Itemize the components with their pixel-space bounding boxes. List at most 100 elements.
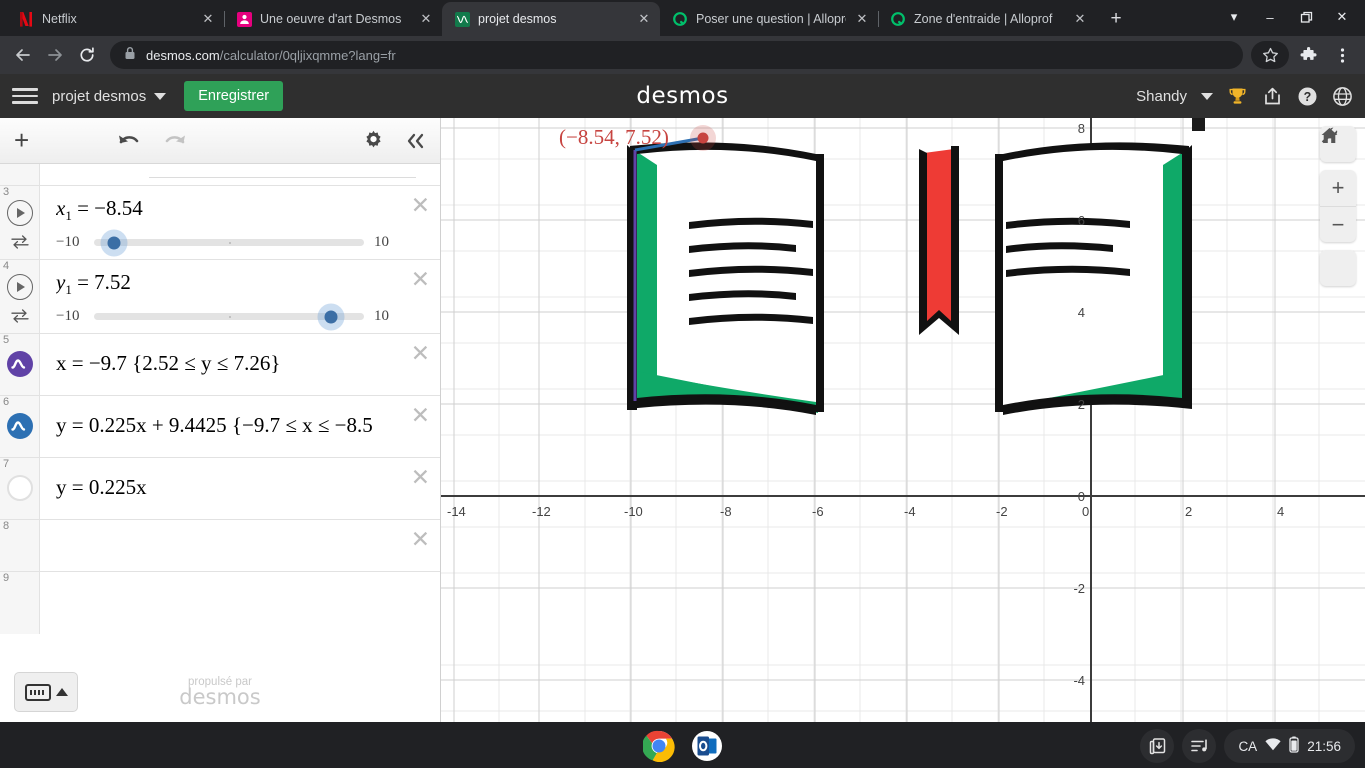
expression-row-empty[interactable]: 9 — [0, 572, 440, 634]
minimize-button[interactable]: – — [1253, 2, 1287, 32]
expression-value: 7.52 — [94, 270, 131, 294]
shelf-status-tray: CA 21:56 — [1140, 729, 1365, 763]
slider-track[interactable] — [94, 239, 364, 246]
hamburger-menu-icon[interactable] — [12, 83, 38, 109]
expression-math[interactable]: y = 0.225x + 9.4425 {−9.7 ≤ x ≤ −8.5 — [56, 413, 426, 438]
document-title[interactable]: projet desmos — [52, 88, 146, 105]
close-icon[interactable]: ✕ — [1072, 11, 1088, 27]
share-icon[interactable] — [1262, 86, 1283, 107]
delete-expression-icon[interactable]: ✕ — [411, 528, 430, 551]
graph-canvas[interactable]: -14-12-10 -8-6-4 -202 4 864 20-2 -4 (−8.… — [441, 118, 1365, 722]
slider-max-label[interactable]: 10 — [374, 234, 402, 251]
bookmark-star-icon[interactable] — [1251, 41, 1289, 69]
browser-tab[interactable]: Une oeuvre d'art Desmos ✕ — [224, 2, 442, 36]
zoom-in-button[interactable]: + — [1320, 170, 1356, 206]
keyboard-toggle-button[interactable] — [14, 672, 78, 712]
expression-body[interactable]: y = 0.225x + 9.4425 {−9.7 ≤ x ≤ −8.5 ✕ — [40, 396, 440, 457]
delete-expression-icon[interactable]: ✕ — [411, 342, 430, 365]
downloads-icon[interactable] — [1140, 729, 1174, 763]
close-icon[interactable]: ✕ — [418, 11, 434, 27]
trophy-icon[interactable] — [1227, 86, 1248, 107]
forward-arrow-icon[interactable] — [40, 40, 70, 70]
redo-icon — [162, 131, 188, 151]
slider-track[interactable] — [94, 313, 364, 320]
user-name[interactable]: Shandy — [1136, 88, 1187, 105]
slider-handle[interactable] — [324, 310, 337, 323]
close-window-button[interactable]: ✕ — [1325, 2, 1359, 32]
undo-icon[interactable] — [116, 131, 142, 151]
slider-max-label[interactable]: 10 — [374, 308, 402, 325]
back-arrow-icon[interactable] — [8, 40, 38, 70]
maximize-button[interactable] — [1289, 2, 1323, 32]
expression-body[interactable] — [40, 164, 440, 185]
delete-expression-icon[interactable]: ✕ — [411, 194, 430, 217]
expression-math[interactable]: x = −9.7 {2.52 ≤ y ≤ 7.26} — [56, 351, 426, 376]
expression-math[interactable]: y1 = 7.52 — [56, 270, 426, 298]
home-icon[interactable] — [1320, 250, 1356, 286]
globe-icon[interactable] — [1332, 86, 1353, 107]
reload-icon[interactable] — [72, 40, 102, 70]
expression-row-partial[interactable] — [0, 164, 440, 186]
status-area[interactable]: CA 21:56 — [1224, 729, 1355, 763]
expression-row[interactable]: 4 y1 = 7.52 −10 — [0, 260, 440, 334]
zoom-out-button[interactable]: − — [1320, 206, 1356, 242]
browser-tab-active[interactable]: projet desmos ✕ — [442, 2, 660, 36]
slider-row[interactable]: −10 10 — [56, 308, 426, 325]
three-dot-menu-icon[interactable] — [1327, 40, 1357, 70]
hidden-curve-toggle-icon[interactable] — [7, 475, 33, 501]
close-icon[interactable]: ✕ — [854, 11, 870, 27]
delete-expression-icon[interactable]: ✕ — [411, 466, 430, 489]
user-chevron-down-icon[interactable] — [1201, 93, 1213, 100]
help-icon[interactable]: ? — [1297, 86, 1318, 107]
row-gutter: 8 — [0, 520, 40, 571]
tab-search-icon[interactable]: ▾ — [1217, 2, 1251, 32]
slider-row[interactable]: −10 10 — [56, 234, 426, 251]
expression-body[interactable]: x = −9.7 {2.52 ≤ y ≤ 7.26} ✕ — [40, 334, 440, 395]
curve-color-icon-purple[interactable] — [7, 351, 33, 377]
new-tab-button[interactable]: + — [1102, 5, 1130, 33]
browser-tab[interactable]: Poser une question | Alloprof ✕ — [660, 2, 878, 36]
expression-body[interactable]: y = 0.225x ✕ — [40, 458, 440, 519]
expression-row[interactable]: 6 y = 0.225x + 9.4425 {−9.7 ≤ x ≤ −8.5 ✕ — [0, 396, 440, 458]
svg-text:4: 4 — [1078, 305, 1085, 320]
slider-handle[interactable] — [107, 236, 120, 249]
address-bar[interactable]: desmos.com/calculator/0qljixqmme?lang=fr — [110, 41, 1243, 69]
outlook-icon[interactable] — [690, 729, 724, 763]
media-icon[interactable] — [1182, 729, 1216, 763]
curve-color-icon-blue[interactable] — [7, 413, 33, 439]
row-gutter: 7 — [0, 458, 40, 519]
swap-icon[interactable] — [11, 309, 29, 326]
expression-body[interactable]: y1 = 7.52 −10 10 ✕ — [40, 260, 440, 333]
swap-icon[interactable] — [11, 235, 29, 252]
chrome-icon[interactable] — [642, 729, 676, 763]
play-button[interactable] — [7, 200, 33, 226]
expression-body[interactable] — [40, 572, 440, 634]
gear-icon[interactable] — [363, 130, 384, 151]
browser-tab[interactable]: Netflix ✕ — [6, 2, 224, 36]
delete-expression-icon[interactable]: ✕ — [411, 404, 430, 427]
row-number: 4 — [3, 260, 9, 272]
expression-math[interactable]: y = 0.225x — [56, 475, 426, 500]
lock-icon — [124, 46, 136, 65]
close-icon[interactable]: ✕ — [200, 11, 216, 27]
expression-list[interactable]: 3 x1 = −8.54 −10 — [0, 164, 440, 662]
svg-text:8: 8 — [1078, 121, 1085, 136]
collapse-sidebar-icon[interactable] — [404, 131, 426, 151]
expression-row[interactable]: 5 x = −9.7 {2.52 ≤ y ≤ 7.26} ✕ — [0, 334, 440, 396]
delete-expression-icon[interactable]: ✕ — [411, 268, 430, 291]
play-button[interactable] — [7, 274, 33, 300]
save-button[interactable]: Enregistrer — [184, 81, 283, 111]
expression-row-empty[interactable]: 8 ✕ — [0, 520, 440, 572]
expression-body[interactable]: ✕ — [40, 520, 440, 571]
chevron-down-icon[interactable] — [154, 93, 166, 100]
expression-math[interactable]: x1 = −8.54 — [56, 196, 426, 224]
expression-body[interactable]: x1 = −8.54 −10 10 ✕ — [40, 186, 440, 259]
browser-tab[interactable]: Zone d'entraide | Alloprof ✕ — [878, 2, 1096, 36]
expression-row[interactable]: 7 y = 0.225x ✕ — [0, 458, 440, 520]
add-expression-button[interactable]: + — [14, 125, 29, 156]
expression-row[interactable]: 3 x1 = −8.54 −10 — [0, 186, 440, 260]
slider-min-label[interactable]: −10 — [56, 308, 84, 325]
puzzle-icon[interactable] — [1293, 40, 1323, 70]
close-icon[interactable]: ✕ — [636, 11, 652, 27]
slider-min-label[interactable]: −10 — [56, 234, 84, 251]
